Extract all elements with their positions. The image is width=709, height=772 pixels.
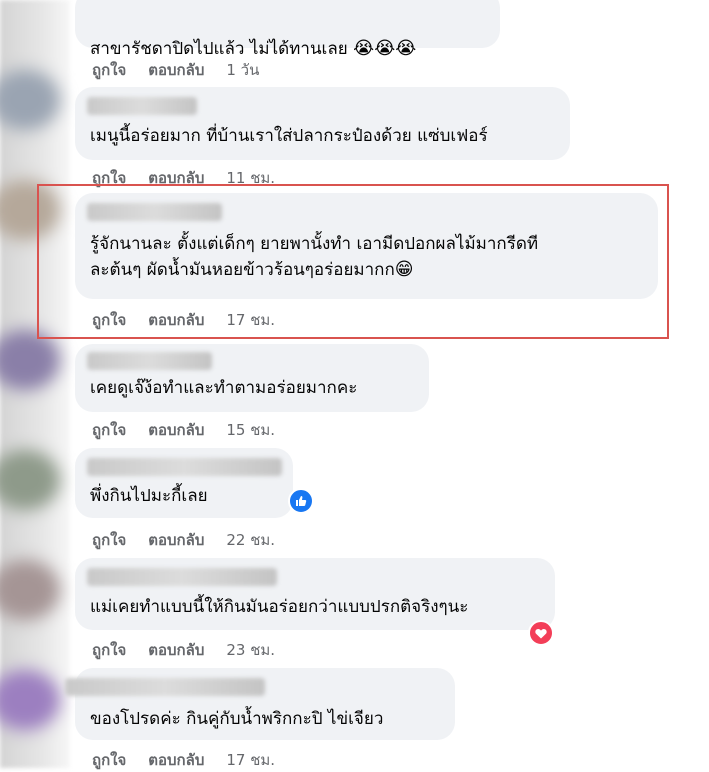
comment-text: สาขารัชดาปิดไปแล้ว ไม่ได้ทานเลย 😭😭😭 [90, 38, 417, 59]
reply-link[interactable]: ตอบกลับ [148, 638, 204, 662]
comment-bubble: พึ่งกินไปมะกี้เลย [75, 448, 293, 518]
timestamp[interactable]: 23 ชม. [226, 638, 275, 662]
comment-bubble: เคยดูเจ๊ง้อทำและทำตามอร่อยมากคะ [75, 344, 429, 412]
author-name-blurred [87, 352, 212, 370]
comment-actions: ถูกใจ ตอบกลับ 23 ชม. [92, 638, 275, 662]
reply-link[interactable]: ตอบกลับ [148, 748, 204, 772]
comment-actions: ถูกใจ ตอบกลับ 15 ชม. [92, 418, 275, 442]
reply-link[interactable]: ตอบกลับ [148, 528, 204, 552]
avatar [0, 330, 60, 390]
like-link[interactable]: ถูกใจ [92, 638, 126, 662]
avatar [0, 560, 60, 620]
timestamp[interactable]: 17 ชม. [226, 748, 275, 772]
comment-bubble: สาขารัชดาปิดไปแล้ว ไม่ได้ทานเลย 😭😭😭 [75, 0, 500, 59]
comment-text: เคยดูเจ๊ง้อทำและทำตามอร่อยมากคะ [90, 378, 358, 398]
timestamp[interactable]: 22 ชม. [226, 528, 275, 552]
heart-icon[interactable] [528, 620, 554, 646]
comment-text: เมนูนี้อร่อยมาก ที่บ้านเราใส่ปลากระป๋องด… [90, 126, 488, 146]
timestamp[interactable]: 15 ชม. [226, 418, 275, 442]
author-name-blurred [87, 97, 197, 115]
avatar [0, 670, 60, 730]
author-name-blurred [87, 458, 282, 476]
comment-text: พึ่งกินไปมะกี้เลย [90, 486, 208, 506]
comment-bubble: เมนูนี้อร่อยมาก ที่บ้านเราใส่ปลากระป๋องด… [75, 87, 570, 160]
comment-bubble: ของโปรดค่ะ กินคู่กับน้ำพริกกะปิ ไข่เจียว [65, 668, 455, 740]
like-link[interactable]: ถูกใจ [92, 58, 126, 82]
like-link[interactable]: ถูกใจ [92, 528, 126, 552]
comment-bubble: แม่เคยทำแบบนี้ให้กินมันอร่อยกว่าแบบปรกติ… [75, 558, 555, 630]
like-icon[interactable] [288, 488, 314, 514]
highlight-box [37, 184, 669, 339]
comment-text: แม่เคยทำแบบนี้ให้กินมันอร่อยกว่าแบบปรกติ… [90, 597, 469, 617]
avatar [0, 450, 60, 510]
like-link[interactable]: ถูกใจ [92, 748, 126, 772]
reply-link[interactable]: ตอบกลับ [148, 418, 204, 442]
crying-emoji-icon: 😭😭😭 [353, 38, 417, 59]
reply-link[interactable]: ตอบกลับ [148, 58, 204, 82]
timestamp[interactable]: 1 วัน [226, 58, 259, 82]
avatar [0, 70, 60, 130]
blurred-avatar-column [0, 0, 70, 768]
comment-text: ของโปรดค่ะ กินคู่กับน้ำพริกกะปิ ไข่เจียว [90, 709, 384, 729]
like-link[interactable]: ถูกใจ [92, 418, 126, 442]
author-name-blurred [65, 678, 265, 696]
author-name-blurred [87, 568, 277, 586]
comment-actions: ถูกใจ ตอบกลับ 1 วัน [92, 58, 259, 82]
comment-actions: ถูกใจ ตอบกลับ 17 ชม. [92, 748, 275, 772]
comment-actions: ถูกใจ ตอบกลับ 22 ชม. [92, 528, 275, 552]
